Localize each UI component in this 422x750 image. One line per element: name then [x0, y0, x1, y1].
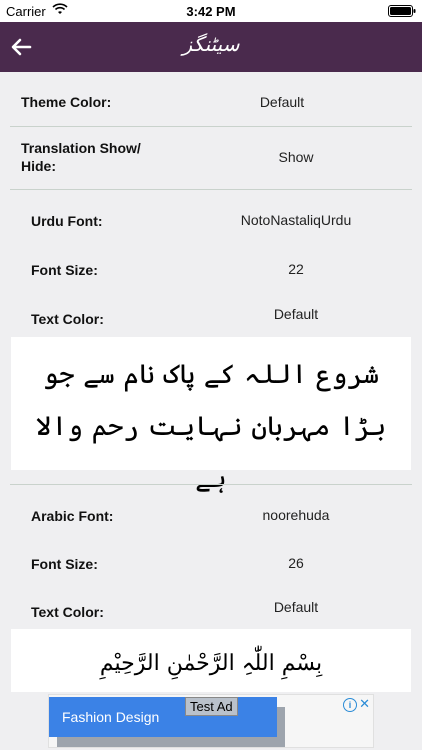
arabic-preview-box: بِسْمِ اللّٰہِ الرَّحْمٰنِ الرَّحِیْمِ — [11, 629, 411, 692]
urdu-text-color-row[interactable]: Text Color: Default — [0, 286, 422, 336]
ad-banner-area: Fashion Design Test Ad i ✕ — [0, 692, 422, 750]
battery-icon — [388, 5, 416, 17]
arabic-text-color-label: Text Color: — [31, 604, 104, 620]
arabic-text-color-value[interactable]: Default — [196, 599, 396, 615]
test-ad-label: Test Ad — [185, 697, 238, 716]
arabic-text-color-row[interactable]: Text Color: Default — [0, 581, 422, 629]
urdu-font-row[interactable]: Urdu Font: NotoNastaliqUrdu — [0, 190, 422, 238]
urdu-font-size-row[interactable]: Font Size: 22 — [0, 238, 422, 286]
translation-value[interactable]: Show — [196, 149, 396, 165]
arabic-font-size-row[interactable]: Font Size: 26 — [0, 533, 422, 581]
translation-row[interactable]: Translation Show/ Hide: Show — [0, 127, 422, 190]
arabic-preview-text: بِسْمِ اللّٰہِ الرَّحْمٰنِ الرَّحِیْمِ — [99, 651, 323, 676]
urdu-font-size-value[interactable]: 22 — [196, 261, 396, 277]
arabic-font-size-label: Font Size: — [31, 556, 98, 572]
theme-color-row[interactable]: Theme Color: Default — [0, 72, 422, 127]
theme-color-value[interactable]: Default — [182, 94, 382, 110]
navigation-bar: سیٹنگز — [0, 22, 422, 72]
arabic-font-value[interactable]: noorehuda — [196, 507, 396, 523]
ad-button[interactable]: Fashion Design — [49, 697, 277, 737]
urdu-font-size-label: Font Size: — [31, 262, 98, 278]
settings-list[interactable]: Theme Color: Default Translation Show/ H… — [0, 72, 422, 692]
ad-banner[interactable]: Fashion Design Test Ad i ✕ — [48, 694, 374, 748]
theme-color-label: Theme Color: — [21, 94, 112, 110]
arabic-font-size-value[interactable]: 26 — [196, 555, 396, 571]
arabic-font-label: Arabic Font: — [31, 508, 114, 524]
page-title: سیٹنگز — [182, 32, 240, 56]
urdu-preview-box: شروع اللہ کے پاک نام سے جو بڑا مہربان نہ… — [11, 337, 411, 494]
close-icon[interactable]: ✕ — [359, 696, 370, 712]
urdu-text-color-label: Text Color: — [31, 311, 104, 327]
urdu-font-value[interactable]: NotoNastaliqUrdu — [196, 212, 396, 228]
clock: 3:42 PM — [186, 4, 236, 19]
translation-label: Translation Show/ Hide: — [21, 140, 141, 174]
urdu-font-label: Urdu Font: — [31, 213, 103, 229]
urdu-text-color-value[interactable]: Default — [196, 306, 396, 322]
arabic-font-row[interactable]: Arabic Font: noorehuda — [0, 485, 422, 533]
ad-choices-icon[interactable]: i — [343, 698, 357, 712]
status-bar: Carrier 3:42 PM — [0, 0, 422, 22]
urdu-preview-text: شروع اللہ کے پاک نام سے جو بڑا مہربان نہ… — [35, 359, 387, 494]
